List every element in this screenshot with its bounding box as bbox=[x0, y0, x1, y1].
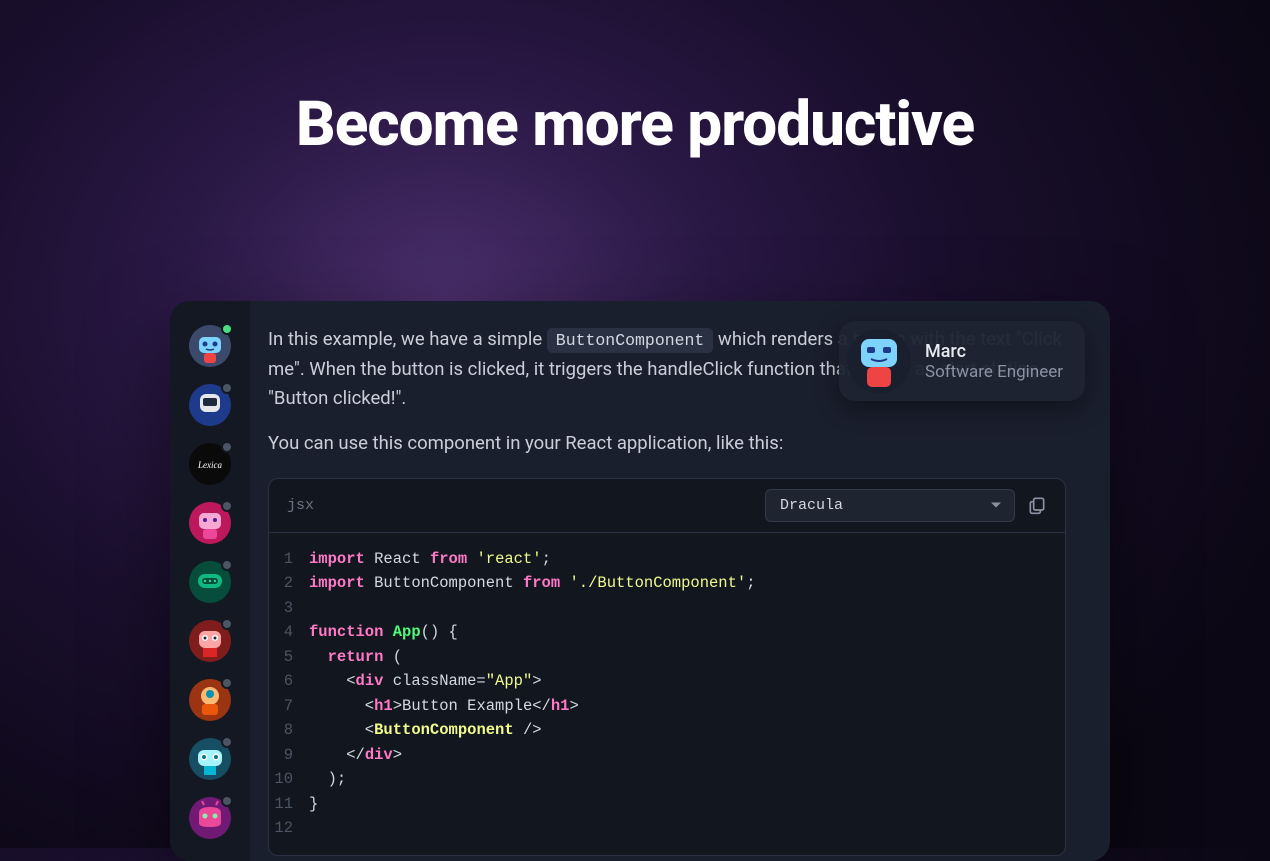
user-name: Marc bbox=[925, 341, 1063, 362]
sidebar-avatar[interactable] bbox=[189, 738, 231, 780]
app-window: Lexica In this example, we have a simple… bbox=[170, 301, 1110, 861]
status-dot-icon bbox=[221, 736, 233, 748]
code-block: jsx Dracula 1import React from 'react';2… bbox=[268, 478, 1066, 856]
theme-dropdown[interactable]: Dracula bbox=[765, 489, 1015, 522]
sidebar-avatar[interactable] bbox=[189, 502, 231, 544]
description-paragraph-2: You can use this component in your React… bbox=[268, 432, 1066, 454]
sidebar-avatar[interactable] bbox=[189, 620, 231, 662]
code-line: 12 bbox=[269, 816, 1065, 840]
status-dot-icon bbox=[221, 382, 233, 394]
code-header: jsx Dracula bbox=[269, 479, 1065, 533]
user-info: Marc Software Engineer bbox=[925, 341, 1063, 382]
code-line: 11} bbox=[269, 792, 1065, 816]
code-line: 5 return ( bbox=[269, 645, 1065, 669]
code-line: 4function App() { bbox=[269, 620, 1065, 644]
sidebar-avatar[interactable]: Lexica bbox=[189, 443, 231, 485]
user-card[interactable]: Marc Software Engineer bbox=[839, 321, 1085, 401]
status-dot-icon bbox=[221, 559, 233, 571]
svg-text:Lexica: Lexica bbox=[197, 460, 222, 470]
code-line: 6 <div className="App"> bbox=[269, 669, 1065, 693]
status-dot-icon bbox=[221, 795, 233, 807]
hero-title: Become more productive bbox=[0, 88, 1270, 161]
status-dot-icon bbox=[221, 441, 233, 453]
sidebar-avatar[interactable] bbox=[189, 797, 231, 839]
code-line: 8 <ButtonComponent /> bbox=[269, 718, 1065, 742]
user-role: Software Engineer bbox=[925, 362, 1063, 382]
desc-text: In this example, we have a simple bbox=[268, 328, 547, 350]
status-dot-icon bbox=[221, 323, 233, 335]
code-line: 2import ButtonComponent from './ButtonCo… bbox=[269, 571, 1065, 595]
sidebar-avatar[interactable] bbox=[189, 325, 231, 367]
user-avatar-icon bbox=[847, 329, 911, 393]
sidebar: Lexica bbox=[170, 301, 250, 861]
sidebar-avatar[interactable] bbox=[189, 561, 231, 603]
code-line: 1import React from 'react'; bbox=[269, 547, 1065, 571]
code-line: 3 bbox=[269, 596, 1065, 620]
code-body: 1import React from 'react';2import Butto… bbox=[269, 533, 1065, 855]
sidebar-avatar[interactable] bbox=[189, 384, 231, 426]
status-dot-icon bbox=[221, 677, 233, 689]
sidebar-avatar[interactable] bbox=[189, 679, 231, 721]
status-dot-icon bbox=[221, 618, 233, 630]
code-line: 10 ); bbox=[269, 767, 1065, 791]
code-line: 7 <h1>Button Example</h1> bbox=[269, 694, 1065, 718]
code-line: 9 </div> bbox=[269, 743, 1065, 767]
status-dot-icon bbox=[221, 500, 233, 512]
inline-code: ButtonComponent bbox=[547, 328, 714, 353]
code-language-label: jsx bbox=[287, 497, 753, 514]
copy-button[interactable] bbox=[1027, 495, 1047, 515]
